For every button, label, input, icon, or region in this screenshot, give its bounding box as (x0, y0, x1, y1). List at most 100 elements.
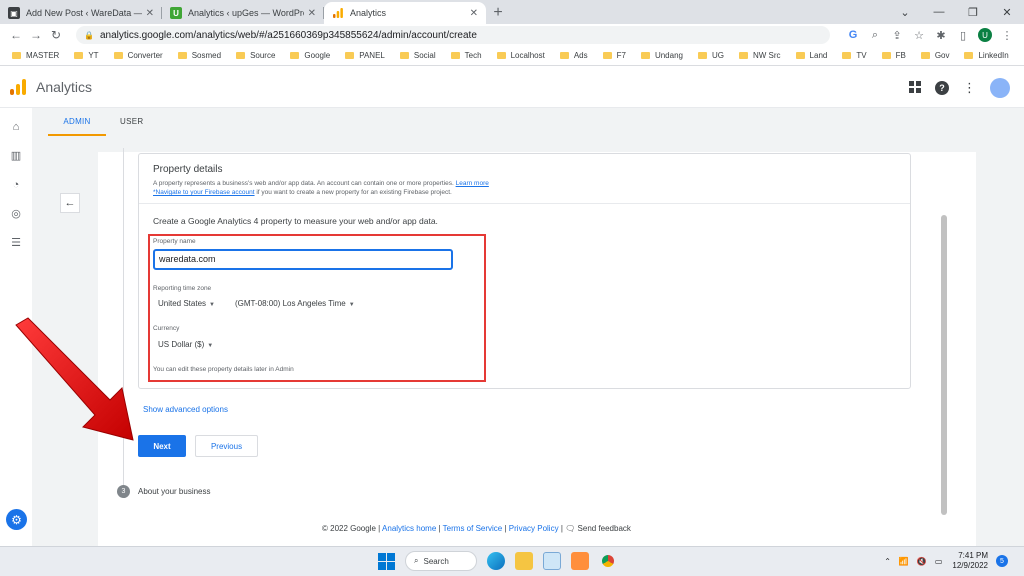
analytics-home-link[interactable]: Analytics home (382, 524, 436, 533)
folder-icon (920, 52, 930, 59)
bookmark-star-icon[interactable]: ☆ (908, 29, 930, 42)
bookmark-folder[interactable]: Tech (450, 51, 482, 60)
notepad-icon[interactable] (543, 552, 561, 570)
terms-link[interactable]: Terms of Service (443, 524, 503, 533)
lock-icon[interactable]: 🔒 (84, 31, 94, 40)
reports-icon[interactable]: ▥ (0, 142, 32, 171)
next-button[interactable]: Next (138, 435, 186, 457)
notification-badge[interactable]: 5 (996, 555, 1008, 567)
back-arrow-button[interactable]: ← (60, 193, 80, 213)
bookmark-folder[interactable]: PANEL (345, 51, 385, 60)
tray-overflow-icon[interactable]: ⌃ (884, 557, 891, 566)
taskbar-search[interactable]: ⌕ Search (405, 551, 477, 571)
bookmark-folder[interactable]: Undang (640, 51, 683, 60)
wifi-icon[interactable]: 📶 (899, 557, 909, 566)
folder-icon (450, 52, 460, 59)
bookmark-folder[interactable]: Source (236, 51, 275, 60)
bookmark-folder[interactable]: Localhost (496, 51, 545, 60)
snipping-tool-icon[interactable] (571, 552, 589, 570)
forward-icon[interactable]: → (26, 28, 46, 42)
new-tab-button[interactable]: + (486, 2, 510, 24)
tab-user[interactable]: USER (106, 108, 157, 136)
property-details-title: Property details (153, 164, 223, 175)
analytics-favicon-icon (332, 7, 344, 19)
advertising-icon[interactable]: ◎ (0, 200, 32, 229)
account-avatar[interactable] (990, 78, 1010, 98)
tab-admin[interactable]: ADMIN (48, 108, 106, 136)
create-property-text: Create a Google Analytics 4 property to … (153, 216, 438, 226)
battery-icon[interactable]: ▭ (935, 557, 943, 566)
bookmark-folder[interactable]: MASTER (12, 51, 59, 60)
back-icon[interactable]: ← (6, 28, 26, 42)
show-advanced-options-link[interactable]: Show advanced options (143, 405, 228, 414)
folder-icon (602, 52, 612, 59)
close-window-icon[interactable]: ✕ (990, 0, 1024, 24)
reload-icon[interactable]: ↻ (46, 28, 66, 42)
send-feedback-link[interactable]: Send feedback (578, 524, 631, 533)
apps-grid-icon[interactable] (909, 80, 921, 96)
learn-more-link[interactable]: Learn more (456, 180, 489, 187)
configure-icon[interactable]: ☰ (0, 229, 32, 258)
profile-avatar[interactable]: U (978, 28, 992, 42)
help-icon[interactable]: ? (935, 81, 949, 95)
bookmark-folder[interactable]: NW Src (738, 51, 781, 60)
edge-icon[interactable] (487, 552, 505, 570)
previous-button[interactable]: Previous (195, 435, 258, 457)
bookmark-folder[interactable]: YT (74, 51, 99, 60)
zoom-icon[interactable]: ⌕ (864, 29, 886, 42)
folder-icon (964, 52, 974, 59)
analytics-logo-icon[interactable] (10, 79, 26, 95)
bookmark-folder[interactable]: LinkedIn (964, 51, 1009, 60)
bookmark-folder[interactable]: Social (399, 51, 436, 60)
file-explorer-icon[interactable] (515, 552, 533, 570)
bookmark-folder[interactable]: Land (795, 51, 827, 60)
tab-search-icon[interactable]: ⌄ (888, 0, 922, 24)
bookmark-folder[interactable]: TV (842, 51, 867, 60)
address-bar[interactable]: 🔒 analytics.google.com/analytics/web/#/a… (76, 26, 830, 44)
close-tab-icon[interactable]: ✕ (146, 8, 154, 19)
more-options-icon[interactable]: ⋮ (963, 80, 976, 96)
app-title: Analytics (36, 79, 93, 95)
side-panel-icon[interactable]: ▯ (952, 29, 974, 42)
clock[interactable]: 7:41 PM 12/9/2022 (952, 551, 988, 571)
highlight-box (148, 234, 486, 382)
folder-icon (12, 52, 21, 59)
step-about-business[interactable]: 3 About your business (117, 485, 211, 498)
bookmark-folder[interactable]: F7 (602, 51, 626, 60)
extensions-icon[interactable]: ✱ (930, 29, 952, 42)
browser-menu-icon[interactable]: ⋮ (996, 29, 1018, 42)
explore-icon[interactable]: ◔ (0, 171, 32, 200)
bookmark-folder[interactable]: Gov (920, 51, 949, 60)
google-icon[interactable]: G (842, 29, 864, 41)
close-tab-icon[interactable]: ✕ (470, 8, 478, 19)
home-icon[interactable]: ⌂ (0, 113, 32, 142)
bookmark-folder[interactable]: Converter (113, 51, 163, 60)
bookmark-folder[interactable]: Google (290, 51, 330, 60)
bookmark-folder[interactable]: Sosmed (177, 51, 221, 60)
bookmark-folder[interactable]: UG (697, 51, 724, 60)
close-tab-icon[interactable]: ✕ (308, 8, 316, 19)
firebase-link[interactable]: *Navigate to your Firebase account (153, 189, 255, 196)
bookmark-folder[interactable]: FB (881, 51, 906, 60)
minimize-icon[interactable]: — (922, 0, 956, 24)
tab-add-new-post[interactable]: ▣ Add New Post ‹ WareData — Wo ✕ (0, 2, 162, 24)
share-icon[interactable]: ⇪ (886, 29, 908, 42)
browser-toolbar: ← → ↻ 🔒 analytics.google.com/analytics/w… (0, 24, 1024, 46)
admin-gear-icon[interactable]: ⚙ (6, 509, 27, 530)
scrollbar-thumb[interactable] (941, 215, 947, 515)
bookmarks-bar: MASTER YT Converter Sosmed Source Google PANEL… (0, 46, 1024, 66)
clock-date: 12/9/2022 (952, 561, 988, 570)
tab-analytics[interactable]: Analytics ✕ (324, 2, 486, 24)
tab-analytics-upges[interactable]: U Analytics ‹ upGes — WordPress ✕ (162, 2, 324, 24)
property-details-header: Property details A property represents a… (139, 154, 910, 204)
folder-icon (236, 52, 246, 59)
folder-icon (559, 52, 569, 59)
privacy-link[interactable]: Privacy Policy (509, 524, 559, 533)
volume-icon[interactable]: 🔇 (917, 557, 927, 566)
chrome-icon[interactable] (599, 552, 617, 570)
scrollbar-track[interactable] (1002, 108, 1012, 546)
maximize-icon[interactable]: ❐ (956, 0, 990, 24)
feedback-icon[interactable]: 🗨 (565, 524, 575, 533)
windows-start-icon[interactable] (378, 552, 395, 570)
bookmark-folder[interactable]: Ads (559, 51, 588, 60)
